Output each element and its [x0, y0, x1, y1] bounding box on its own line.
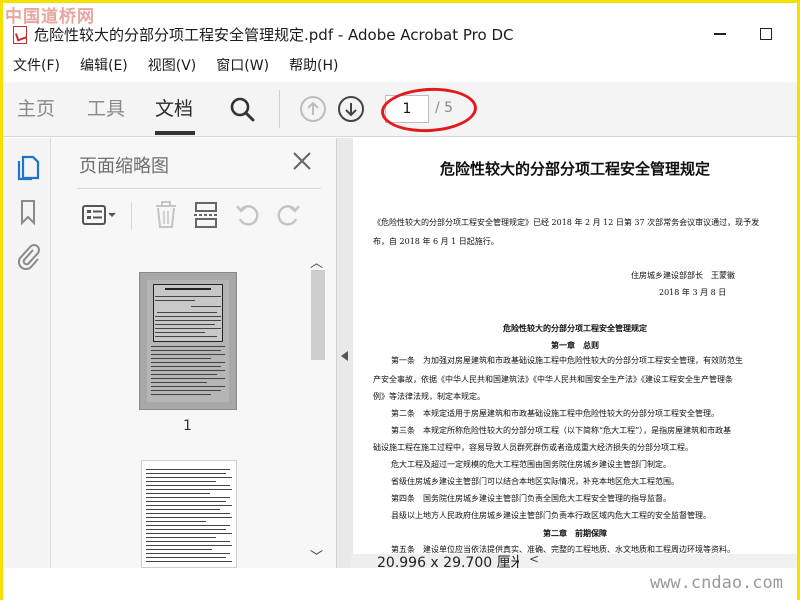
- close-icon[interactable]: [291, 150, 313, 172]
- navigation-rail: [3, 138, 51, 568]
- tab-home[interactable]: 主页: [17, 94, 55, 121]
- doc-line: 础设施工程在施工过程中，容易导致人员群死群伤或者造成重大经济损失的分部分项工程。: [373, 443, 693, 452]
- menu-file[interactable]: 文件(F): [3, 54, 70, 78]
- doc-line: 省级住房城乡建设主管部门可以结合本地区实际情况，补充本地区危大工程范围。: [391, 477, 679, 486]
- thumbnails-panel: 页面缩略图 1 ︿ ﹀: [51, 138, 337, 568]
- minimize-button[interactable]: [698, 19, 742, 49]
- doc-line: 布，自 2018 年 6 月 1 日起施行。: [373, 237, 499, 246]
- document-view: 危险性较大的分部分项工程安全管理规定 《危险性较大的分部分项工程安全管理规定》已…: [337, 138, 797, 568]
- main-toolbar: 主页 工具 文档 / 5: [3, 82, 797, 137]
- title-bar: 危险性较大的分部分项工程安全管理规定.pdf - Adobe Acrobat P…: [3, 19, 797, 49]
- doc-line: 2018 年 3 月 8 日: [659, 288, 727, 297]
- watermark-bottom: www.cndao.com: [649, 573, 783, 593]
- doc-line: 危险性较大的分部分项工程安全管理规定: [503, 323, 647, 333]
- thumbnail-label-1: 1: [183, 418, 192, 434]
- doc-line: 危大工程及超过一定规模的危大工程范围由国务院住房城乡建设主管部门制定。: [391, 460, 671, 469]
- active-tab-indicator: [155, 131, 195, 135]
- document-title: 危险性较大的分部分项工程安全管理规定: [439, 160, 710, 178]
- doc-line: 住房城乡建设部部长 王蒙徽: [631, 271, 735, 280]
- menu-view[interactable]: 视图(V): [138, 54, 207, 78]
- doc-line: 第二条 本规定适用于房屋建筑和市政基础设施工程中危险性较大的分部分项工程安全管理…: [391, 409, 719, 418]
- thumbnail-page-1-preview: [147, 280, 229, 402]
- thumbnail-page-2[interactable]: [141, 460, 237, 568]
- menu-help[interactable]: 帮助(H): [279, 54, 348, 78]
- doc-line: 第一条 为加强对房屋建筑和市政基础设施工程中危险性较大的分部分项工程安全管理，有…: [391, 356, 743, 365]
- thumbnail-list: 1: [59, 250, 299, 568]
- annotation-ellipse: [379, 85, 479, 135]
- panel-tool-separator: [131, 202, 132, 230]
- next-page-icon[interactable]: [337, 95, 365, 123]
- thumbnail-scrollbar[interactable]: ︿ ﹀: [305, 250, 329, 568]
- tab-document[interactable]: 文档: [155, 94, 193, 121]
- delete-page-icon[interactable]: [151, 200, 181, 230]
- menu-window[interactable]: 窗口(W): [206, 54, 279, 78]
- search-icon[interactable]: [229, 96, 255, 122]
- panel-title: 页面缩略图: [79, 156, 169, 177]
- doc-line: 产安全事故，依据《中华人民共和国建筑法》《中华人民共和国安全生产法》《建设工程安…: [373, 375, 733, 384]
- doc-line: 第五条 建设单位应当依法提供真实、准确、完整的工程地质、水文地质和工程周边环境等…: [391, 545, 735, 554]
- scroll-left-icon[interactable]: <: [529, 552, 539, 566]
- panel-divider: [77, 188, 321, 189]
- tab-tools[interactable]: 工具: [87, 94, 125, 121]
- pdf-file-icon: [13, 26, 27, 44]
- thumbnail-options-icon[interactable]: [81, 200, 121, 230]
- doc-line: 第二章 前期保障: [543, 528, 607, 538]
- doc-line: 县级以上地方人民政府住房城乡建设主管部门负责本行政区域内危大工程的安全监督管理。: [391, 511, 711, 520]
- doc-line: 《危险性较大的分部分项工程安全管理规定》已经 2018 年 2 月 12 日第 …: [373, 218, 760, 227]
- collapse-panel-icon[interactable]: [341, 351, 348, 361]
- window-title: 危险性较大的分部分项工程安全管理规定.pdf - Adobe Acrobat P…: [34, 26, 514, 44]
- scroll-down-icon[interactable]: ﹀: [310, 546, 323, 565]
- page-size-text: 20.996 x 29.700 厘米: [377, 555, 519, 568]
- previous-page-icon[interactable]: [299, 95, 327, 123]
- maximize-icon: [760, 28, 772, 40]
- doc-line: 第四条 国务院住房城乡建设主管部门负责全国危大工程安全管理的指导监督。: [391, 494, 671, 503]
- document-page: 危险性较大的分部分项工程安全管理规定 《危险性较大的分部分项工程安全管理规定》已…: [353, 138, 797, 554]
- page-size-status: 20.996 x 29.700 厘米: [351, 554, 519, 568]
- scrollbar-thumb[interactable]: [311, 270, 325, 360]
- minimize-icon: [714, 33, 726, 35]
- menu-bar: 文件(F) 编辑(E) 视图(V) 窗口(W) 帮助(H): [3, 54, 797, 78]
- bookmark-icon[interactable]: [15, 198, 41, 226]
- page-thumbnails-icon[interactable]: [15, 154, 41, 182]
- rotate-left-icon[interactable]: [233, 200, 263, 230]
- attachment-icon[interactable]: [15, 242, 41, 270]
- toolbar-separator: [279, 90, 280, 128]
- doc-line: 例》等法律法规，制定本规定。: [373, 392, 485, 401]
- menu-edit[interactable]: 编辑(E): [70, 54, 138, 78]
- doc-line: 第一章 总则: [551, 340, 599, 350]
- doc-line: 第三条 本规定所称危险性较大的分部分项工程（以下简称“危大工程”），是指房屋建筑…: [391, 426, 732, 435]
- insert-page-icon[interactable]: [191, 200, 221, 230]
- maximize-button[interactable]: [744, 19, 788, 49]
- scroll-up-icon[interactable]: ︿: [310, 252, 323, 271]
- rotate-right-icon[interactable]: [273, 200, 303, 230]
